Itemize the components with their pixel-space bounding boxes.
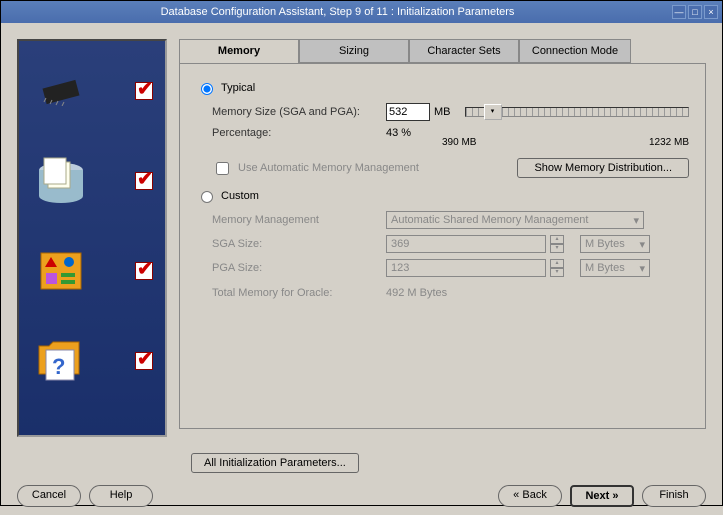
step-check-icon xyxy=(135,82,153,100)
total-memory-label: Total Memory for Oracle: xyxy=(212,287,382,299)
pga-unit-select: M Bytes▾ xyxy=(580,259,650,277)
back-button[interactable]: « Back xyxy=(498,485,562,507)
minimize-button[interactable]: — xyxy=(672,5,686,19)
chip-icon xyxy=(31,64,91,119)
chevron-down-icon: ▾ xyxy=(639,262,645,275)
step-check-icon xyxy=(135,352,153,370)
sga-input xyxy=(386,235,546,253)
wizard-window: Database Configuration Assistant, Step 9… xyxy=(0,0,723,506)
pga-spinner: ▴▾ xyxy=(550,259,564,277)
shapes-icon xyxy=(31,244,91,299)
mm-label: Memory Management xyxy=(212,214,382,226)
auto-memory-checkbox[interactable] xyxy=(216,162,229,175)
svg-text:?: ? xyxy=(52,354,65,379)
memory-slider[interactable]: ▾ xyxy=(465,107,690,117)
cancel-button[interactable]: Cancel xyxy=(17,485,81,507)
slider-min-label: 390 MB xyxy=(442,137,476,148)
tab-memory[interactable]: Memory xyxy=(179,39,299,63)
memory-size-label: Memory Size (SGA and PGA): xyxy=(212,106,382,118)
slider-max-label: 1232 MB xyxy=(649,137,689,148)
database-files-icon xyxy=(31,154,91,209)
all-init-params-button[interactable]: All Initialization Parameters... xyxy=(191,453,359,473)
step-check-icon xyxy=(135,172,153,190)
finish-button[interactable]: Finish xyxy=(642,485,706,507)
chevron-down-icon: ▾ xyxy=(639,238,645,251)
window-title: Database Configuration Assistant, Step 9… xyxy=(5,6,670,18)
custom-radio[interactable] xyxy=(201,191,213,203)
custom-label: Custom xyxy=(221,190,259,202)
next-button[interactable]: Next » xyxy=(570,485,634,507)
total-memory-value: 492 M Bytes xyxy=(386,287,447,299)
tab-bar: Memory Sizing Character Sets Connection … xyxy=(179,39,706,63)
memory-management-select[interactable]: Automatic Shared Memory Management ▾ xyxy=(386,211,644,229)
help-button[interactable]: Help xyxy=(89,485,153,507)
sga-spinner: ▴▾ xyxy=(550,235,564,253)
memory-size-unit: MB xyxy=(434,106,451,118)
tab-connection-mode[interactable]: Connection Mode xyxy=(519,39,631,63)
typical-radio[interactable] xyxy=(201,83,213,95)
pga-input xyxy=(386,259,546,277)
pga-label: PGA Size: xyxy=(212,262,382,274)
wizard-sidebar: ? xyxy=(17,39,167,437)
wizard-button-bar: Cancel Help « Back Next » Finish xyxy=(1,477,722,515)
show-memory-distribution-button[interactable]: Show Memory Distribution... xyxy=(517,158,689,178)
maximize-button[interactable]: □ xyxy=(688,5,702,19)
typical-label: Typical xyxy=(221,82,255,94)
slider-thumb-icon[interactable]: ▾ xyxy=(484,104,502,120)
mm-value: Automatic Shared Memory Management xyxy=(391,214,588,226)
sga-unit-select: M Bytes▾ xyxy=(580,235,650,253)
help-folder-icon: ? xyxy=(31,334,91,389)
percentage-label: Percentage: xyxy=(212,127,382,139)
step-check-icon xyxy=(135,262,153,280)
percentage-value: 43 % xyxy=(386,127,436,139)
chevron-down-icon: ▾ xyxy=(633,214,639,227)
memory-panel: Typical Memory Size (SGA and PGA): MB ▾ … xyxy=(179,63,706,429)
titlebar: Database Configuration Assistant, Step 9… xyxy=(1,1,722,23)
auto-memory-label: Use Automatic Memory Management xyxy=(238,162,419,174)
sga-label: SGA Size: xyxy=(212,238,382,250)
close-button[interactable]: × xyxy=(704,5,718,19)
tab-character-sets[interactable]: Character Sets xyxy=(409,39,519,63)
tab-sizing[interactable]: Sizing xyxy=(299,39,409,63)
memory-size-input[interactable] xyxy=(386,103,430,121)
